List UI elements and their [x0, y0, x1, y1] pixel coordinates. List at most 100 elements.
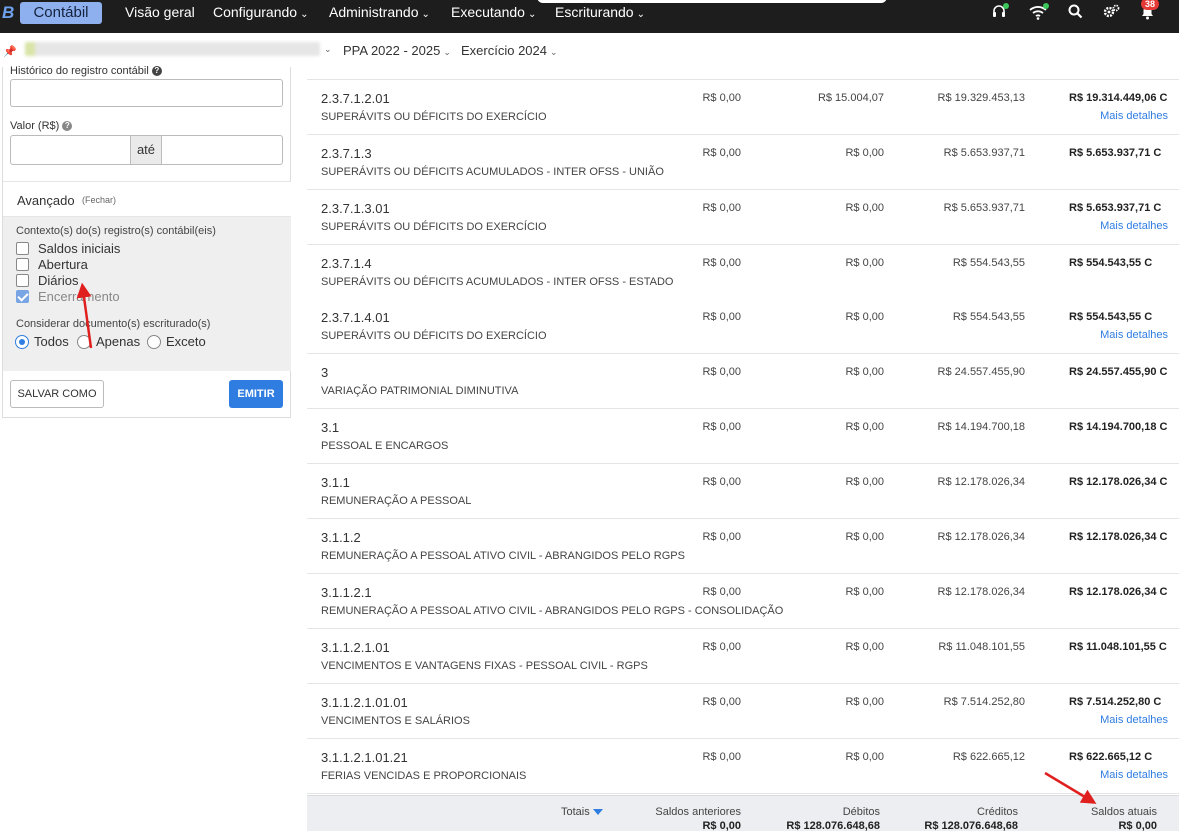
nav-administrando[interactable]: Administrando ⌄	[329, 4, 430, 20]
nav-escriturando[interactable]: Escriturando ⌄	[555, 4, 645, 20]
account-description: SUPERÁVITS OU DÉFICITS ACUMULADOS - INTE…	[321, 166, 664, 178]
account-code: 3.1.1.2	[321, 530, 361, 545]
creditos: R$ 5.653.937,71	[943, 147, 1025, 159]
nav-executando[interactable]: Executando ⌄	[451, 4, 536, 20]
account-description: REMUNERAÇÃO A PESSOAL ATIVO CIVIL - ABRA…	[321, 605, 784, 617]
filter-icon[interactable]	[592, 809, 603, 816]
debitos: R$ 0,00	[845, 531, 884, 543]
more-details-link[interactable]: Mais detalhes	[1100, 220, 1168, 232]
account-code: 2.3.7.1.3.01	[321, 201, 390, 216]
emit-button[interactable]: EMITIR	[229, 380, 283, 408]
account-code: 3.1.1.2.1.01	[321, 640, 390, 655]
help-icon[interactable]: ?	[62, 121, 73, 132]
creditos: R$ 554.543,55	[952, 257, 1025, 269]
nav-visao-geral[interactable]: Visão geral	[125, 4, 195, 20]
creditos: R$ 12.178.026,34	[937, 586, 1025, 598]
account-code: 3.1	[321, 420, 340, 435]
module-selector-button[interactable]: Contábil	[20, 2, 102, 24]
creditos: R$ 11.048.101,55	[938, 641, 1025, 653]
account-code: 2.3.7.1.2.01	[321, 91, 390, 106]
totals-label[interactable]: Totais	[561, 806, 603, 818]
saldo-atual: R$ 24.557.455,90 C	[1069, 366, 1168, 378]
saldos-anteriores-label: Saldos anteriores	[655, 806, 741, 818]
valor-max-input[interactable]	[161, 135, 283, 165]
creditos: R$ 7.514.252,80	[943, 696, 1025, 708]
account-code: 3.1.1.2.1	[321, 585, 372, 600]
more-details-link[interactable]: Mais detalhes	[1100, 329, 1168, 341]
historico-label: Histórico do registro contábil?	[10, 65, 162, 77]
saldo-anterior: R$ 0,00	[702, 696, 741, 708]
ppa-selector[interactable]: PPA 2022 - 2025 ⌄	[343, 43, 451, 58]
entity-selector-redacted[interactable]	[25, 42, 320, 56]
table-row: 2.3.7.1.4.01 SUPERÁVITS OU DÉFICITS DO E…	[307, 299, 1179, 354]
online-status-dot	[1003, 3, 1009, 9]
advanced-section-header: Avançado (Fechar)	[3, 181, 291, 217]
chevron-down-icon: ⌄	[550, 47, 558, 57]
more-details-link[interactable]: Mais detalhes	[1100, 714, 1168, 726]
account-description: SUPERÁVITS OU DÉFICITS DO EXERCÍCIO	[321, 330, 547, 342]
radio-selected[interactable]	[15, 335, 29, 349]
saldo-anterior: R$ 0,00	[702, 751, 741, 763]
saldos-anteriores-total: R$ 0,00	[702, 820, 741, 831]
chevron-down-icon: ⌄	[421, 9, 430, 20]
saldo-atual: R$ 622.665,12 C	[1069, 751, 1153, 763]
settings-gears-icon[interactable]	[1103, 4, 1120, 23]
connection-status-dot	[1043, 3, 1049, 9]
checkbox[interactable]	[16, 274, 29, 287]
table-row: 3.1.1.2.1.01.21 FERIAS VENCIDAS E PROPOR…	[307, 739, 1179, 794]
creditos: R$ 12.178.026,34	[937, 476, 1025, 488]
nav-configurando[interactable]: Configurando ⌄	[213, 4, 308, 20]
documento-label: Considerar documento(s) escriturado(s)	[16, 318, 211, 330]
chevron-down-icon: ⌄	[527, 9, 537, 20]
account-description: SUPERÁVITS OU DÉFICITS DO EXERCÍCIO	[321, 221, 547, 233]
debitos: R$ 0,00	[845, 476, 884, 488]
account-description: VENCIMENTOS E SALÁRIOS	[321, 715, 470, 727]
global-search-input[interactable]	[537, 0, 887, 3]
advanced-close-link[interactable]: (Fechar)	[82, 195, 116, 205]
account-description: SUPERÁVITS OU DÉFICITS DO EXERCÍCIO	[321, 111, 547, 123]
saldo-anterior: R$ 0,00	[702, 641, 741, 653]
table-row: 2.3.7.1.3.01 SUPERÁVITS OU DÉFICITS DO E…	[307, 190, 1179, 245]
totals-footer: Totais Saldos anteriores R$ 0,00 Débitos…	[307, 795, 1179, 831]
checkbox[interactable]	[16, 258, 29, 271]
top-navbar: B Contábil Visão geral Configurando ⌄ Adm…	[0, 0, 1179, 33]
checkbox-checked[interactable]	[16, 290, 29, 303]
debitos: R$ 0,00	[845, 202, 884, 214]
saldo-anterior: R$ 0,00	[702, 92, 741, 104]
creditos-label: Créditos	[977, 806, 1018, 818]
saldo-atual: R$ 554.543,55 C	[1069, 257, 1153, 269]
account-description: REMUNERAÇÃO A PESSOAL ATIVO CIVIL - ABRA…	[321, 550, 685, 562]
more-details-link[interactable]: Mais detalhes	[1100, 769, 1168, 781]
account-description: SUPERÁVITS OU DÉFICITS ACUMULADOS - INTE…	[321, 276, 674, 288]
checkbox[interactable]	[16, 242, 29, 255]
saldo-anterior: R$ 0,00	[702, 476, 741, 488]
account-code: 3	[321, 365, 329, 380]
saldos-atuais-total: R$ 0,00	[1118, 820, 1157, 831]
creditos: R$ 24.557.455,90	[937, 366, 1025, 378]
historico-input[interactable]	[10, 79, 283, 107]
debitos: R$ 0,00	[845, 586, 884, 598]
radio[interactable]	[147, 335, 161, 349]
more-details-link[interactable]: Mais detalhes	[1100, 110, 1168, 122]
help-icon[interactable]: ?	[151, 66, 162, 77]
debitos-total: R$ 128.076.648,68	[786, 820, 880, 831]
saldo-atual: R$ 5.653.937,71 C	[1069, 147, 1162, 159]
exercicio-selector[interactable]: Exercício 2024 ⌄	[461, 43, 558, 58]
valor-min-input[interactable]	[10, 135, 131, 165]
table-row: 3.1.1.2 REMUNERAÇÃO A PESSOAL ATIVO CIVI…	[307, 519, 1179, 574]
chevron-down-icon: ⌄	[636, 9, 645, 20]
pin-icon[interactable]: 📌	[3, 45, 17, 58]
debitos: R$ 0,00	[845, 641, 884, 653]
account-description: VENCIMENTOS E VANTAGENS FIXAS - PESSOAL …	[321, 660, 648, 672]
account-description: FERIAS VENCIDAS E PROPORCIONAIS	[321, 770, 527, 782]
debitos: R$ 0,00	[845, 751, 884, 763]
chevron-down-icon[interactable]: ⌄	[324, 44, 332, 55]
balance-table: 2.3.7.1.2.01 SUPERÁVITS OU DÉFICITS DO E…	[307, 79, 1179, 795]
brand-logo[interactable]: B	[2, 3, 14, 23]
debitos: R$ 0,00	[845, 147, 884, 159]
saldo-atual: R$ 554.543,55 C	[1069, 311, 1153, 323]
search-icon[interactable]	[1068, 4, 1083, 23]
save-as-button[interactable]: SALVAR COMO	[10, 380, 104, 408]
saldos-atuais-label: Saldos atuais	[1090, 806, 1157, 818]
radio[interactable]	[77, 335, 91, 349]
